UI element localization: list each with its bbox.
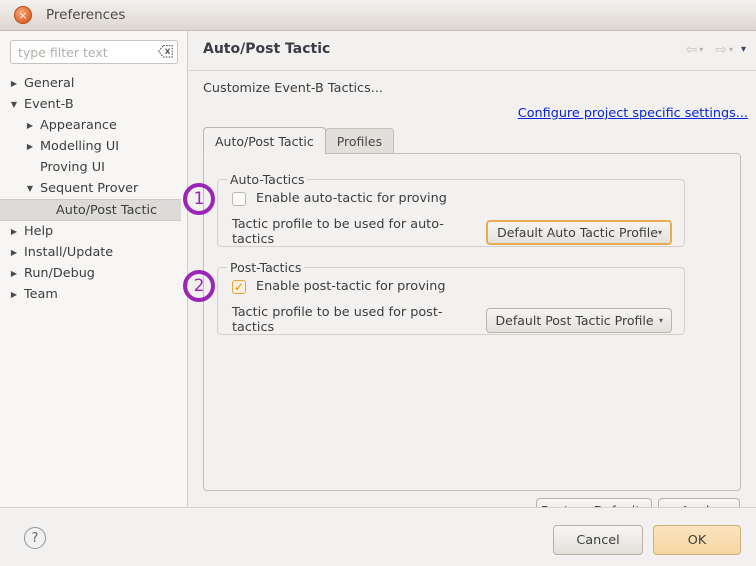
twisty-none-icon: ▶ — [22, 163, 38, 172]
annotation-badge-1: 1 — [183, 183, 215, 215]
twisty-expanded-icon[interactable]: ▼ — [6, 100, 22, 109]
post-tactic-profile-value: Default Post Tactic Profile — [496, 313, 654, 328]
preferences-dialog: × Preferences ▶General▼Event-B▶Appearanc… — [0, 0, 756, 566]
help-icon[interactable]: ? — [24, 527, 46, 549]
checkmark-icon: ✓ — [234, 281, 244, 293]
chevron-down-icon: ▾ — [658, 228, 662, 237]
twisty-expanded-icon[interactable]: ▼ — [22, 184, 38, 193]
enable-auto-tactic-row[interactable]: Enable auto-tactic for proving — [232, 191, 447, 206]
back-chevron-down-icon[interactable]: ▾ — [699, 46, 703, 54]
sidebar-item-label: Sequent Prover — [38, 181, 138, 196]
configure-project-specific-settings-link[interactable]: Configure project specific settings... — [518, 106, 748, 121]
twisty-collapsed-icon[interactable]: ▶ — [22, 142, 38, 151]
filter-field-wrapper — [10, 40, 178, 64]
group-legend: Auto-Tactics — [227, 172, 307, 187]
cancel-button[interactable]: Cancel — [553, 525, 643, 555]
page-description: Customize Event-B Tactics... — [203, 81, 383, 96]
close-glyph: × — [18, 10, 27, 21]
auto-tactics-group: Auto-Tactics Enable auto-tactic for prov… — [217, 179, 685, 247]
sidebar-item-help[interactable]: ▶Help — [0, 221, 188, 242]
forward-arrow-icon: ⇨ — [715, 43, 727, 57]
sidebar-item-label: Modelling UI — [38, 139, 119, 154]
sidebar-item-general[interactable]: ▶General — [0, 73, 188, 94]
sidebar-item-run-debug[interactable]: ▶Run/Debug — [0, 263, 188, 284]
sidebar-item-team[interactable]: ▶Team — [0, 284, 188, 305]
search-input[interactable] — [10, 40, 178, 64]
twisty-collapsed-icon[interactable]: ▶ — [6, 269, 22, 278]
enable-auto-tactic-checkbox[interactable] — [232, 192, 246, 206]
sidebar-item-sequent-prover[interactable]: ▼Sequent Prover — [0, 178, 188, 199]
tab-profiles[interactable]: Profiles — [325, 128, 394, 154]
sidebar-item-modelling-ui[interactable]: ▶Modelling UI — [0, 136, 188, 157]
tab-label: Profiles — [337, 134, 382, 149]
annotation-badge-2: 2 — [183, 270, 215, 302]
sidebar-item-label: Install/Update — [22, 245, 113, 260]
sidebar-item-install-update[interactable]: ▶Install/Update — [0, 242, 188, 263]
twisty-none-icon: ▶ — [38, 206, 54, 215]
twisty-collapsed-icon[interactable]: ▶ — [6, 248, 22, 257]
sidebar-item-label: Appearance — [38, 118, 117, 133]
sidebar-item-auto-post-tactic[interactable]: ▶Auto/Post Tactic — [0, 199, 181, 221]
back-button[interactable]: ⇦ ▾ — [685, 43, 703, 57]
sidebar-item-label: Run/Debug — [22, 266, 95, 281]
enable-auto-tactic-label: Enable auto-tactic for proving — [256, 191, 447, 206]
post-tactic-profile-caption: Tactic profile to be used for post-tacti… — [232, 305, 477, 335]
tab-auto-post-tactic[interactable]: Auto/Post Tactic — [203, 127, 326, 154]
sidebar: ▶General▼Event-B▶Appearance▶Modelling UI… — [0, 31, 188, 507]
auto-tactic-profile-row: Tactic profile to be used for auto-tacti… — [232, 217, 672, 247]
dialog-footer: ? Cancel OK — [0, 507, 756, 566]
ok-button[interactable]: OK — [653, 525, 741, 555]
auto-tactic-profile-caption: Tactic profile to be used for auto-tacti… — [232, 217, 477, 247]
sidebar-item-label: General — [22, 76, 74, 91]
twisty-collapsed-icon[interactable]: ▶ — [6, 227, 22, 236]
enable-post-tactic-row[interactable]: ✓ Enable post-tactic for proving — [232, 279, 445, 294]
sidebar-item-event-b[interactable]: ▼Event-B — [0, 94, 188, 115]
preferences-tree: ▶General▼Event-B▶Appearance▶Modelling UI… — [0, 73, 188, 305]
title-bar: × Preferences — [0, 0, 756, 31]
back-arrow-icon: ⇦ — [685, 43, 697, 57]
forward-button[interactable]: ⇨ ▾ — [715, 43, 733, 57]
window-title: Preferences — [46, 7, 125, 23]
page-title: Auto/Post Tactic — [203, 41, 330, 57]
twisty-collapsed-icon[interactable]: ▶ — [6, 79, 22, 88]
auto-tactic-profile-select[interactable]: Default Auto Tactic Profile ▾ — [486, 220, 672, 245]
sidebar-item-label: Event-B — [22, 97, 74, 112]
twisty-collapsed-icon[interactable]: ▶ — [6, 290, 22, 299]
enable-post-tactic-label: Enable post-tactic for proving — [256, 279, 445, 294]
post-tactic-profile-select[interactable]: Default Post Tactic Profile ▾ — [486, 308, 672, 333]
preference-page: Auto/Post Tactic ⇦ ▾ ⇨ ▾ ▾ Customize Eve… — [189, 31, 756, 507]
view-menu-chevron-down-icon[interactable]: ▾ — [741, 45, 746, 55]
tab-label: Auto/Post Tactic — [215, 134, 314, 149]
forward-chevron-down-icon[interactable]: ▾ — [729, 46, 733, 54]
sidebar-item-label: Team — [22, 287, 58, 302]
tab-bar: Auto/Post Tactic Profiles — [203, 127, 394, 154]
post-tactic-profile-row: Tactic profile to be used for post-tacti… — [232, 305, 672, 335]
clear-filter-icon[interactable] — [157, 44, 173, 59]
chevron-down-icon: ▾ — [659, 316, 663, 325]
title-separator — [189, 70, 756, 71]
sidebar-item-label: Help — [22, 224, 53, 239]
sidebar-item-proving-ui[interactable]: ▶Proving UI — [0, 157, 188, 178]
close-icon[interactable]: × — [14, 6, 32, 24]
tab-panel: Auto-Tactics Enable auto-tactic for prov… — [203, 153, 741, 491]
auto-tactic-profile-value: Default Auto Tactic Profile — [497, 225, 658, 240]
sidebar-item-appearance[interactable]: ▶Appearance — [0, 115, 188, 136]
help-glyph: ? — [32, 531, 39, 546]
enable-post-tactic-checkbox[interactable]: ✓ — [232, 280, 246, 294]
post-tactics-group: Post-Tactics ✓ Enable post-tactic for pr… — [217, 267, 685, 335]
twisty-collapsed-icon[interactable]: ▶ — [22, 121, 38, 130]
group-legend: Post-Tactics — [227, 260, 304, 275]
page-navigation-bar: ⇦ ▾ ⇨ ▾ ▾ — [685, 43, 746, 57]
sidebar-item-label: Auto/Post Tactic — [54, 203, 157, 218]
sidebar-item-label: Proving UI — [38, 160, 105, 175]
